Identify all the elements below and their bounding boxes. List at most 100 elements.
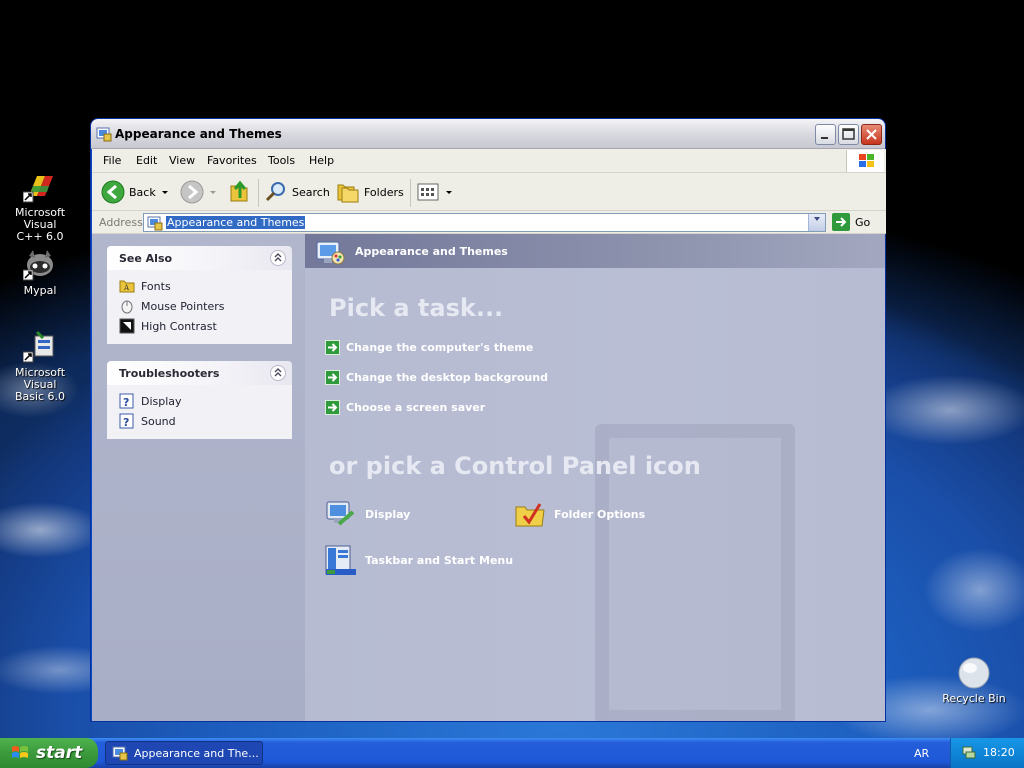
menu-edit[interactable]: Edit (136, 154, 157, 167)
see-also-panel: See Also A Fonts Mouse Pointers High Con… (107, 246, 292, 344)
window-icon (96, 126, 112, 142)
go-arrow-icon (832, 213, 850, 231)
menu-help[interactable]: Help (309, 154, 334, 167)
menu-tools[interactable]: Tools (268, 154, 295, 167)
cp-icon-label: Display (365, 507, 411, 521)
troubleshooters-header[interactable]: Troubleshooters (107, 361, 292, 385)
fonts-folder-icon: A (119, 280, 135, 293)
title-bar[interactable]: Appearance and Themes (91, 119, 885, 149)
mouse-icon (121, 300, 133, 314)
minimize-button[interactable] (815, 124, 836, 145)
troubleshooter-link-sound[interactable]: ? Sound (119, 411, 292, 431)
task-label: Change the computer's theme (346, 341, 534, 354)
collapse-icon[interactable] (270, 365, 286, 381)
troubleshooters-panel: Troubleshooters ? Display ? Sound (107, 361, 292, 439)
toolbar: Back Search Folders (92, 173, 886, 211)
svg-text:?: ? (123, 416, 129, 429)
desktop-icon-label: Microsoft Visual (14, 366, 66, 391)
taskbar-start-menu-icon (325, 544, 357, 576)
svg-text:A: A (123, 284, 130, 292)
minimize-icon (821, 137, 828, 139)
category-header: Appearance and Themes (305, 234, 885, 268)
category-pane: Appearance and Themes Pick a task... Cha… (305, 234, 885, 721)
chevron-down-icon[interactable] (160, 187, 170, 197)
desktop-icon-visual-cpp[interactable]: Microsoft Visual C++ 6.0 (0, 170, 80, 243)
see-also-link-fonts[interactable]: A Fonts (119, 276, 292, 296)
chevron-down-icon (210, 191, 216, 194)
help-icon: ? (119, 413, 134, 429)
cp-icon-folder-options[interactable]: Folder Options (514, 498, 645, 530)
vb6-icon (22, 330, 57, 364)
start-label: start (36, 743, 83, 763)
folder-options-icon (514, 498, 546, 530)
see-also-link-mouse-pointers[interactable]: Mouse Pointers (119, 296, 292, 316)
task-arrow-icon (325, 340, 340, 355)
network-icon[interactable] (961, 744, 977, 760)
collapse-icon[interactable] (270, 250, 286, 266)
forward-button[interactable] (180, 180, 218, 204)
svg-text:?: ? (123, 396, 129, 409)
windows-flag-icon (846, 150, 884, 172)
menu-file[interactable]: File (103, 154, 121, 167)
link-label: Fonts (141, 279, 171, 293)
clock[interactable]: 18:20 (983, 746, 1015, 759)
desktop-icon-visual-basic[interactable]: Microsoft Visual Basic 6.0 (0, 330, 80, 403)
task-label: Choose a screen saver (346, 401, 486, 414)
close-button[interactable] (861, 124, 882, 145)
address-dropdown-button[interactable] (808, 214, 825, 231)
menu-bar: File Edit View Favorites Tools Help (92, 149, 886, 173)
views-button[interactable] (416, 180, 454, 204)
address-label: Address (99, 216, 143, 229)
taskbar-window-button[interactable]: Appearance and The... (105, 741, 263, 765)
vc6-icon (22, 170, 57, 204)
cp-icon-label: Taskbar and Start Menu (365, 553, 514, 567)
desktop-icon-label: Recycle Bin (942, 692, 1006, 705)
folders-icon (337, 184, 359, 203)
cp-icon-display[interactable]: Display (325, 498, 410, 530)
maximize-button[interactable] (838, 124, 859, 145)
language-indicator[interactable]: AR (914, 747, 929, 760)
menu-view[interactable]: View (169, 154, 195, 167)
link-label: Mouse Pointers (141, 299, 225, 313)
views-icon (417, 183, 439, 201)
system-tray: 18:20 (950, 738, 1024, 768)
link-label: Sound (141, 414, 176, 428)
high-contrast-icon (119, 318, 135, 334)
up-folder-button[interactable] (228, 180, 252, 204)
taskbar: start Appearance and The... AR 18:20 (0, 738, 1024, 768)
link-label: Display (141, 394, 182, 408)
search-button[interactable]: Search (264, 180, 330, 204)
windows-logo-icon (12, 746, 28, 758)
cp-icon-label: Folder Options (554, 507, 646, 521)
recycle-bin-icon (957, 656, 991, 690)
start-button[interactable]: start (0, 738, 98, 768)
chevron-down-icon (446, 191, 452, 194)
see-also-link-high-contrast[interactable]: High Contrast (119, 316, 292, 336)
close-icon (866, 129, 877, 140)
desktop-icon-mypal[interactable]: Mypal (0, 248, 80, 297)
content-area: See Also A Fonts Mouse Pointers High Con… (92, 234, 885, 721)
help-icon: ? (119, 393, 134, 409)
desktop-icon-label: Basic 6.0 (14, 390, 66, 403)
task-change-theme[interactable]: Change the computer's theme (325, 340, 533, 355)
desktop-icon-label: C++ 6.0 (16, 230, 64, 243)
task-pane: See Also A Fonts Mouse Pointers High Con… (92, 234, 305, 721)
menu-favorites[interactable]: Favorites (207, 154, 257, 167)
address-input[interactable]: Appearance and Themes (143, 213, 826, 232)
appearance-themes-icon (316, 241, 345, 265)
troubleshooter-link-display[interactable]: ? Display (119, 391, 292, 411)
desktop-icon-recycle-bin[interactable]: Recycle Bin (934, 656, 1014, 705)
task-change-background[interactable]: Change the desktop background (325, 370, 548, 385)
folders-button[interactable]: Folders (336, 180, 404, 204)
back-button[interactable]: Back (101, 180, 170, 204)
chevron-down-icon (814, 217, 820, 221)
task-screen-saver[interactable]: Choose a screen saver (325, 400, 485, 415)
see-also-header[interactable]: See Also (107, 246, 292, 270)
go-button[interactable]: Go (832, 213, 870, 231)
cp-icon-taskbar-start-menu[interactable]: Taskbar and Start Menu (325, 544, 513, 576)
category-title: Appearance and Themes (355, 245, 508, 258)
window-title: Appearance and Themes (115, 127, 282, 141)
mypal-icon (22, 248, 57, 282)
desktop-icon-label: Microsoft Visual (14, 206, 66, 231)
search-label: Search (292, 185, 330, 199)
